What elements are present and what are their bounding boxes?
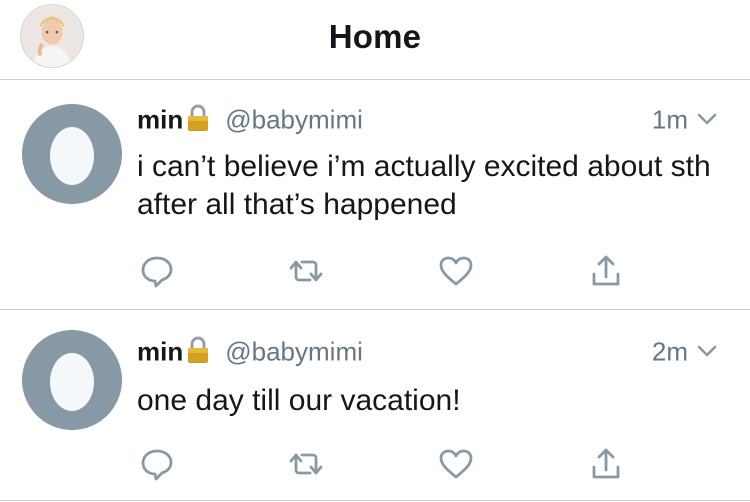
tweet-text: i can’t believe i’m actually excited abo… bbox=[137, 150, 711, 221]
tweet-time-menu[interactable]: 1m bbox=[652, 103, 720, 136]
retweet-icon[interactable] bbox=[286, 444, 326, 484]
tweet-header: min @babymimi 1m bbox=[137, 103, 720, 143]
like-icon[interactable] bbox=[436, 444, 476, 484]
tweet-item[interactable]: min @babymimi 1m i can’t believe i’m act… bbox=[0, 81, 750, 310]
app-header: Home bbox=[0, 0, 750, 80]
tweet-header: min @babymimi 2m bbox=[137, 335, 720, 375]
user-handle[interactable]: @babymimi bbox=[225, 105, 363, 135]
display-name[interactable]: min bbox=[137, 337, 183, 367]
egg-icon bbox=[50, 353, 94, 411]
lock-icon bbox=[185, 103, 211, 133]
chevron-down-icon[interactable] bbox=[694, 106, 720, 132]
reply-icon[interactable] bbox=[137, 444, 177, 484]
lock-icon bbox=[185, 335, 211, 365]
like-icon[interactable] bbox=[436, 251, 476, 291]
tweet-item[interactable]: min @babymimi 2m one day till our vacati… bbox=[0, 311, 750, 501]
reply-icon[interactable] bbox=[137, 251, 177, 291]
tweet-text: one day till our vacation! bbox=[137, 384, 461, 417]
page-title: Home bbox=[328, 18, 422, 55]
tweet-actions bbox=[0, 444, 750, 484]
egg-icon bbox=[50, 127, 94, 185]
share-icon[interactable] bbox=[586, 444, 626, 484]
tweet-timestamp: 2m bbox=[651, 336, 688, 367]
user-handle[interactable]: @babymimi bbox=[225, 337, 363, 367]
tweet-actions bbox=[0, 251, 750, 291]
default-egg-avatar[interactable] bbox=[22, 330, 122, 430]
chevron-down-icon[interactable] bbox=[694, 338, 720, 364]
tweet-timestamp: 1m bbox=[651, 104, 688, 135]
retweet-icon[interactable] bbox=[286, 251, 326, 291]
display-name[interactable]: min bbox=[137, 105, 183, 135]
share-icon[interactable] bbox=[586, 251, 626, 291]
tweet-time-menu[interactable]: 2m bbox=[652, 335, 720, 368]
default-egg-avatar[interactable] bbox=[22, 104, 122, 204]
